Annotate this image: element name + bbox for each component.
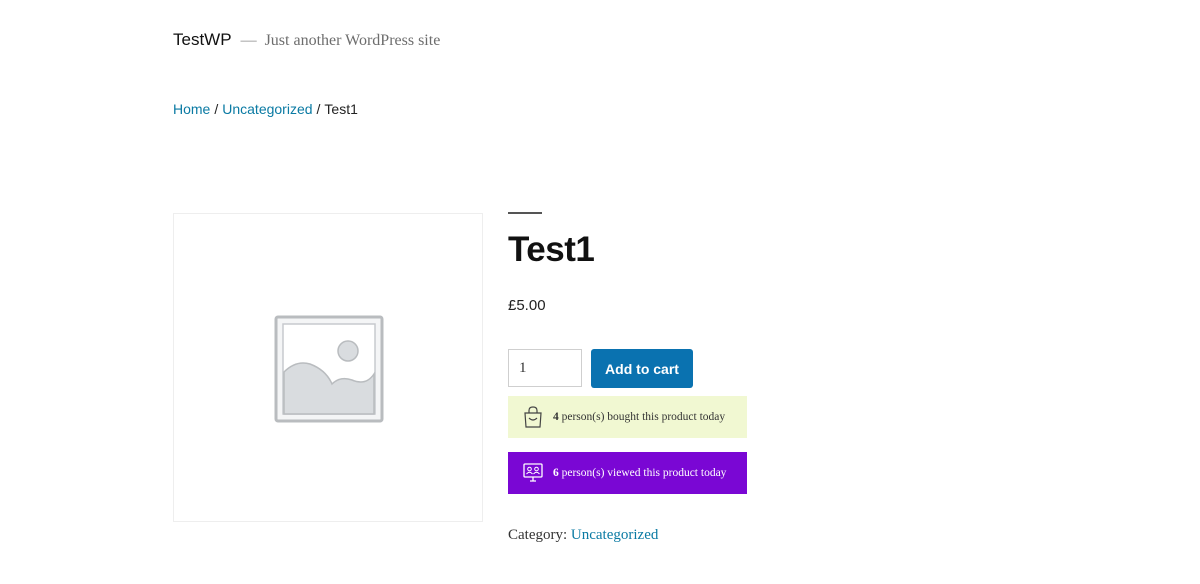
breadcrumb-separator: /	[214, 101, 219, 117]
site-tagline: Just another WordPress site	[264, 32, 441, 49]
monitor-users-icon	[522, 462, 544, 484]
shopping-bag-icon	[522, 406, 544, 428]
category-label: Category:	[508, 527, 568, 543]
viewed-today-notice: 6 person(s) viewed this product today	[508, 452, 747, 494]
add-to-cart-button[interactable]: Add to cart	[591, 349, 693, 388]
bought-text: person(s) bought this product today	[561, 411, 726, 423]
title-divider	[508, 212, 542, 214]
quantity-input[interactable]	[508, 349, 582, 387]
breadcrumb-current: Test1	[324, 101, 358, 117]
category-link[interactable]: Uncategorized	[571, 527, 658, 543]
product-image[interactable]	[173, 213, 483, 522]
site-title[interactable]: TestWP	[173, 30, 232, 50]
bought-count: 4	[553, 411, 559, 423]
breadcrumb-separator: /	[316, 101, 321, 117]
breadcrumb-category-link[interactable]: Uncategorized	[222, 101, 312, 117]
product-price: £5.00	[508, 297, 546, 314]
breadcrumb-home-link[interactable]: Home	[173, 101, 210, 117]
viewed-notice-text: 6 person(s) viewed this product today	[553, 467, 726, 479]
bought-notice-text: 4 person(s) bought this product today	[553, 411, 725, 423]
viewed-text: person(s) viewed this product today	[561, 467, 727, 479]
bought-today-notice: 4 person(s) bought this product today	[508, 396, 747, 438]
site-header: TestWP — Just another WordPress site	[173, 30, 440, 50]
product-title: Test1	[508, 230, 595, 269]
viewed-count: 6	[553, 467, 559, 479]
breadcrumb: Home / Uncategorized / Test1	[173, 101, 358, 117]
image-placeholder-icon	[274, 315, 384, 423]
site-title-separator: —	[240, 32, 257, 49]
product-category: Category: Uncategorized	[508, 527, 658, 544]
